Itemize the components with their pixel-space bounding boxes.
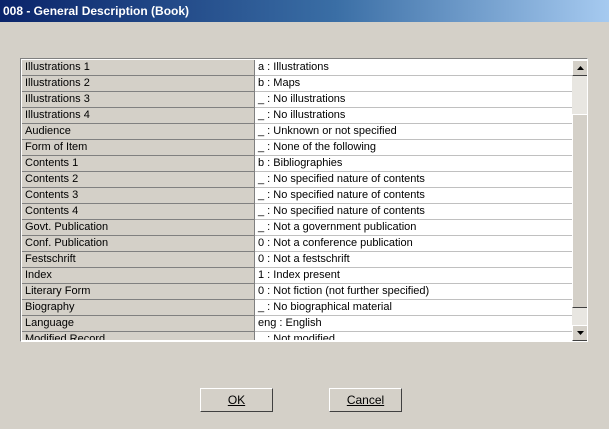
table-row[interactable]: Conf. Publication 0 : Not a conference pu… bbox=[22, 236, 572, 252]
field-value[interactable]: a : Illustrations bbox=[255, 60, 572, 76]
field-value[interactable]: _ : No biographical material bbox=[255, 300, 572, 316]
table-row[interactable]: Contents 3 _ : No specified nature of con… bbox=[22, 188, 572, 204]
table-row[interactable]: Index 1 : Index present bbox=[22, 268, 572, 284]
ok-button[interactable]: OK bbox=[200, 388, 273, 412]
table-row[interactable]: Govt. Publication _ : Not a government pu… bbox=[22, 220, 572, 236]
arrow-up-icon bbox=[577, 66, 584, 70]
field-label: Illustrations 4 bbox=[22, 108, 255, 124]
field-label: Illustrations 3 bbox=[22, 92, 255, 108]
field-value[interactable]: 0 : Not fiction (not further specified) bbox=[255, 284, 572, 300]
grid-rows: Illustrations 1a : Illustrations Illustra… bbox=[22, 60, 572, 340]
field-value[interactable]: _ : No specified nature of contents bbox=[255, 204, 572, 220]
title-bar: 008 - General Description (Book) bbox=[0, 0, 609, 22]
field-value[interactable]: b : Maps bbox=[255, 76, 572, 92]
cancel-button[interactable]: Cancel bbox=[329, 388, 402, 412]
field-label: Govt. Publication bbox=[22, 220, 255, 236]
ok-button-label: OK bbox=[227, 393, 246, 407]
field-value[interactable]: _ : Not modified bbox=[255, 332, 572, 340]
field-label: Contents 1 bbox=[22, 156, 255, 172]
field-value[interactable]: 1 : Index present bbox=[255, 268, 572, 284]
field-value[interactable]: _ : None of the following bbox=[255, 140, 572, 156]
table-row[interactable]: Festschrift 0 : Not a festschrift bbox=[22, 252, 572, 268]
field-label: Contents 3 bbox=[22, 188, 255, 204]
field-value[interactable]: _ : Unknown or not specified bbox=[255, 124, 572, 140]
table-row[interactable]: Contents 4 _ : No specified nature of con… bbox=[22, 204, 572, 220]
vertical-scrollbar[interactable] bbox=[572, 60, 587, 341]
field-value[interactable]: b : Bibliographies bbox=[255, 156, 572, 172]
field-value[interactable]: _ : No illustrations bbox=[255, 92, 572, 108]
field-label: Conf. Publication bbox=[22, 236, 255, 252]
field-label: Form of Item bbox=[22, 140, 255, 156]
field-value[interactable]: _ : No illustrations bbox=[255, 108, 572, 124]
table-row[interactable]: Contents 1b : Bibliographies bbox=[22, 156, 572, 172]
field-value[interactable]: _ : No specified nature of contents bbox=[255, 172, 572, 188]
scroll-thumb[interactable] bbox=[572, 114, 587, 308]
window-title: 008 - General Description (Book) bbox=[3, 4, 190, 18]
table-row[interactable]: Audience _ : Unknown or not specified bbox=[22, 124, 572, 140]
field-label: Contents 4 bbox=[22, 204, 255, 220]
table-row[interactable]: Literary Form 0 : Not fiction (not furthe… bbox=[22, 284, 572, 300]
field-label: Biography bbox=[22, 300, 255, 316]
field-value[interactable]: _ : No specified nature of contents bbox=[255, 188, 572, 204]
field-value[interactable]: eng : English bbox=[255, 316, 572, 332]
table-row[interactable]: Illustrations 1a : Illustrations bbox=[22, 60, 572, 76]
field-label: Audience bbox=[22, 124, 255, 140]
field-label: Literary Form bbox=[22, 284, 255, 300]
property-grid: Illustrations 1a : Illustrations Illustra… bbox=[20, 58, 588, 342]
table-row[interactable]: Illustrations 4 _ : No illustrations bbox=[22, 108, 572, 124]
table-row[interactable]: Biography _ : No biographical material bbox=[22, 300, 572, 316]
table-row[interactable]: Form of Item _ : None of the following bbox=[22, 140, 572, 156]
field-label: Illustrations 2 bbox=[22, 76, 255, 92]
field-value[interactable]: 0 : Not a conference publication bbox=[255, 236, 572, 252]
field-label: Index bbox=[22, 268, 255, 284]
field-label: Festschrift bbox=[22, 252, 255, 268]
field-label: Contents 2 bbox=[22, 172, 255, 188]
field-value[interactable]: _ : Not a government publication bbox=[255, 220, 572, 236]
table-row[interactable]: Illustrations 2b : Maps bbox=[22, 76, 572, 92]
table-row[interactable]: Language eng : English bbox=[22, 316, 572, 332]
field-label: Modified Record bbox=[22, 332, 255, 340]
scroll-down-button[interactable] bbox=[572, 325, 587, 341]
dialog-window: 008 - General Description (Book) Illustr… bbox=[0, 0, 609, 429]
table-row[interactable]: Modified Record _ : Not modified bbox=[22, 332, 572, 340]
arrow-down-icon bbox=[577, 331, 584, 335]
field-label: Language bbox=[22, 316, 255, 332]
cancel-button-label: Cancel bbox=[346, 393, 385, 407]
field-label: Illustrations 1 bbox=[22, 60, 255, 76]
table-row[interactable]: Illustrations 3 _ : No illustrations bbox=[22, 92, 572, 108]
table-row[interactable]: Contents 2 _ : No specified nature of con… bbox=[22, 172, 572, 188]
scroll-up-button[interactable] bbox=[572, 60, 587, 76]
field-value[interactable]: 0 : Not a festschrift bbox=[255, 252, 572, 268]
